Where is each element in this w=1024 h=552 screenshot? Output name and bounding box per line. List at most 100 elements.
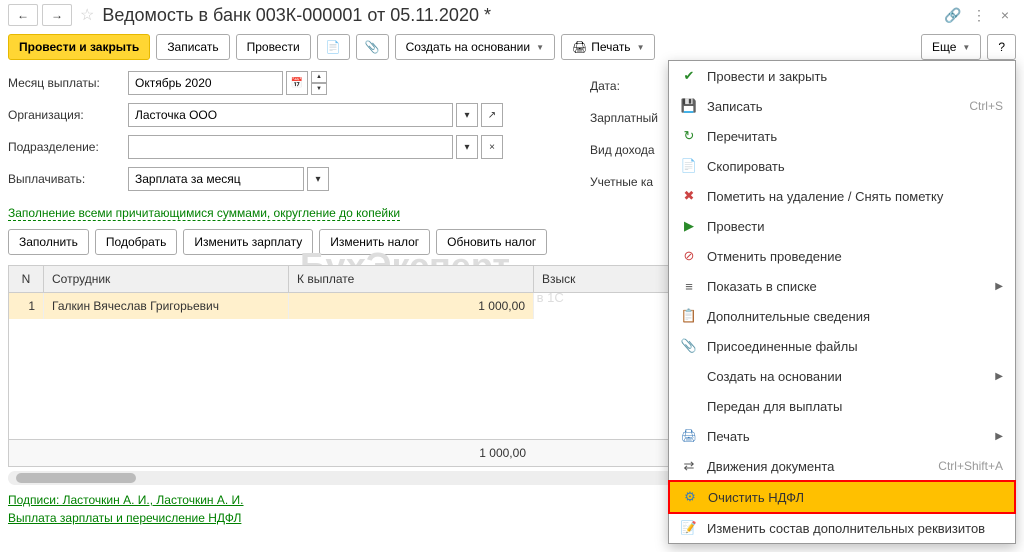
menu-item-icon: 📝: [681, 520, 697, 536]
change-salary-button[interactable]: Изменить зарплату: [183, 229, 313, 255]
org-open-button[interactable]: ↗: [481, 103, 503, 127]
chevron-down-icon: ▼: [637, 43, 645, 52]
menu-item[interactable]: 🖨 Печать ▶: [669, 421, 1015, 451]
help-button[interactable]: ?: [987, 34, 1016, 60]
menu-item-label: Создать на основании: [707, 369, 985, 384]
menu-item-label: Показать в списке: [707, 279, 985, 294]
org-dropdown-button[interactable]: ▾: [456, 103, 478, 127]
save-button[interactable]: Записать: [156, 34, 229, 60]
menu-item-icon: 💾: [681, 98, 697, 114]
fill-settings-link[interactable]: Заполнение всеми причитающимися суммами,…: [8, 206, 400, 221]
menu-item[interactable]: 📄 Скопировать: [669, 151, 1015, 181]
change-tax-button[interactable]: Изменить налог: [319, 229, 430, 255]
menu-item-label: Дополнительные сведения: [707, 309, 1003, 324]
chevron-right-icon: ▶: [995, 281, 1003, 292]
pay-field[interactable]: [128, 167, 304, 191]
menu-item-label: Провести: [707, 219, 1003, 234]
menu-item-label: Печать: [707, 429, 985, 444]
fill-button[interactable]: Заполнить: [8, 229, 89, 255]
account-label: Учетные ка: [590, 166, 658, 198]
close-icon[interactable]: ×: [994, 4, 1016, 26]
menu-item-icon: ↻: [681, 128, 697, 144]
menu-item[interactable]: 📋Дополнительные сведения: [669, 301, 1015, 331]
menu-item-label: Скопировать: [707, 159, 1003, 174]
menu-item-icon: 🖨: [681, 428, 697, 444]
month-label: Месяц выплаты:: [8, 76, 128, 90]
link-icon[interactable]: 🔗: [942, 4, 964, 26]
nav-back-button[interactable]: ←: [8, 4, 38, 26]
menu-item-icon: ⊘: [681, 248, 697, 264]
menu-item-label: Изменить состав дополнительных реквизито…: [707, 521, 1003, 536]
menu-item-label: Провести и закрыть: [707, 69, 1003, 84]
menu-item-label: Записать: [707, 99, 959, 114]
menu-item[interactable]: ≡ Показать в списке ▶: [669, 271, 1015, 301]
menu-item[interactable]: ✖ Пометить на удаление / Снять пометку: [669, 181, 1015, 211]
post-and-close-button[interactable]: Провести и закрыть: [8, 34, 150, 60]
dept-label: Подразделение:: [8, 140, 128, 154]
org-field[interactable]: [128, 103, 453, 127]
post-button[interactable]: Провести: [236, 34, 311, 60]
menu-item-label: Отменить проведение: [707, 249, 1003, 264]
attach-icon-button[interactable]: 📎: [356, 34, 389, 60]
menu-item-label: Присоединенные файлы: [707, 339, 1003, 354]
favorite-star-icon[interactable]: ☆: [80, 5, 94, 25]
chevron-down-icon: ▼: [536, 43, 544, 52]
col-n: N: [9, 266, 44, 292]
chevron-right-icon: ▶: [995, 371, 1003, 382]
month-up-button[interactable]: ▲: [311, 71, 327, 83]
menu-item[interactable]: ▶ Провести: [669, 211, 1015, 241]
menu-item-icon: 📎: [681, 338, 697, 354]
kebab-icon[interactable]: ⋮: [968, 4, 990, 26]
menu-item-icon: ⇄: [681, 458, 697, 474]
menu-item-icon: ⚙: [682, 489, 698, 505]
chevron-right-icon: ▶: [995, 431, 1003, 442]
menu-item[interactable]: ⇄Движения документаCtrl+Shift+A: [669, 451, 1015, 481]
select-button[interactable]: Подобрать: [95, 229, 177, 255]
menu-item[interactable]: ⚙ Очистить НДФЛ: [668, 480, 1016, 514]
print-button[interactable]: 🖨Печать▼: [561, 34, 655, 60]
menu-item-icon: ✔: [681, 68, 697, 84]
calendar-icon[interactable]: 📅: [286, 71, 308, 95]
nav-forward-button[interactable]: →: [42, 4, 72, 26]
report-icon-button[interactable]: 📄: [317, 34, 350, 60]
org-label: Организация:: [8, 108, 128, 122]
menu-item[interactable]: 📎 Присоединенные файлы: [669, 331, 1015, 361]
menu-item-icon: ✖: [681, 188, 697, 204]
income-label: Вид дохода: [590, 134, 658, 166]
menu-shortcut: Ctrl+S: [969, 99, 1003, 113]
menu-item-icon: [681, 398, 697, 414]
menu-item-icon: 📄: [681, 158, 697, 174]
menu-item-label: Очистить НДФЛ: [708, 490, 1002, 505]
menu-item-label: Пометить на удаление / Снять пометку: [707, 189, 1003, 204]
month-field[interactable]: [128, 71, 283, 95]
total-amount: 1 000,00: [289, 440, 534, 466]
col-amount: К выплате: [289, 266, 534, 292]
payout-link[interactable]: Выплата зарплаты и перечисление НДФЛ: [8, 511, 241, 525]
page-title: Ведомость в банк 003К-000001 от 05.11.20…: [102, 5, 938, 26]
refresh-tax-button[interactable]: Обновить налог: [436, 229, 547, 255]
menu-item[interactable]: ⊘ Отменить проведение: [669, 241, 1015, 271]
menu-item[interactable]: 📝 Изменить состав дополнительных реквизит…: [669, 513, 1015, 543]
menu-item-icon: ▶: [681, 218, 697, 234]
menu-item[interactable]: 💾 Записать Ctrl+S: [669, 91, 1015, 121]
month-down-button[interactable]: ▼: [311, 83, 327, 95]
pay-dropdown-button[interactable]: ▾: [307, 167, 329, 191]
menu-item[interactable]: Создать на основании ▶: [669, 361, 1015, 391]
create-based-button[interactable]: Создать на основании▼: [395, 34, 555, 60]
menu-item-icon: ≡: [681, 278, 697, 294]
date-label: Дата:: [590, 70, 658, 102]
chevron-down-icon: ▼: [962, 43, 970, 52]
more-button[interactable]: Еще▼: [921, 34, 981, 60]
menu-item[interactable]: ↻Перечитать: [669, 121, 1015, 151]
printer-icon: 🖨: [572, 40, 587, 54]
menu-item[interactable]: ✔ Провести и закрыть: [669, 61, 1015, 91]
dept-field[interactable]: [128, 135, 453, 159]
more-menu: ✔ Провести и закрыть 💾 Записать Ctrl+S ↻Переч…: [668, 60, 1016, 544]
menu-shortcut: Ctrl+Shift+A: [938, 459, 1003, 473]
dept-dropdown-button[interactable]: ▾: [456, 135, 478, 159]
signatures-link[interactable]: Подписи: Ласточкин А. И., Ласточкин А. И…: [8, 493, 244, 507]
col-deduction: Взыск: [534, 266, 674, 292]
menu-item[interactable]: Передан для выплаты: [669, 391, 1015, 421]
menu-item-icon: [681, 368, 697, 384]
dept-clear-button[interactable]: ×: [481, 135, 503, 159]
